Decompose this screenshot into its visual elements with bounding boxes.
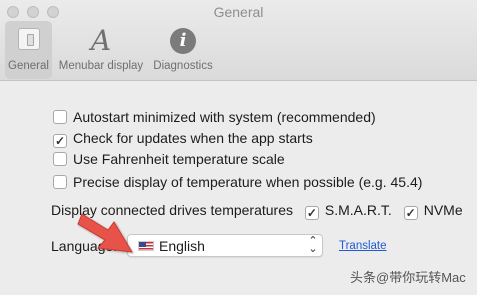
option-fahrenheit[interactable]: Use Fahrenheit temperature scale	[53, 150, 285, 168]
precise-checkbox[interactable]	[53, 175, 67, 189]
toolbar-tab-label: Menubar display	[58, 60, 144, 72]
toolbar-tab-general[interactable]: General	[5, 21, 52, 79]
smart-checkbox[interactable]: ✓	[304, 206, 319, 220]
option-precise[interactable]: Precise display of temperature when poss…	[53, 173, 422, 191]
toolbar-tab-label: Diagnostics	[153, 60, 213, 72]
check-updates-checkbox[interactable]: ✓	[53, 134, 67, 148]
translate-link[interactable]: Translate	[339, 239, 387, 253]
nvme-checkbox[interactable]: ✓	[403, 206, 418, 220]
autostart-checkbox[interactable]	[53, 110, 67, 124]
toolbar-tab-menubar-display[interactable]: A Menubar display	[56, 21, 146, 79]
toolbar-tab-label: General	[8, 60, 49, 72]
general-switch-icon	[17, 28, 40, 50]
preferences-window: General General A Menubar display i Diag…	[0, 0, 477, 295]
chevron-updown-icon: ⌃ ⌄	[308, 235, 318, 255]
info-icon: i	[170, 28, 196, 54]
autostart-label: Autostart minimized with system (recomme…	[73, 109, 376, 125]
option-check-updates[interactable]: ✓ Check for updates when the app starts	[53, 129, 313, 148]
red-arrow-icon	[77, 213, 133, 253]
watermark-text: 头条@带你玩转Mac	[350, 270, 466, 285]
fahrenheit-label: Use Fahrenheit temperature scale	[73, 151, 285, 167]
title-bar: General General A Menubar display i Diag…	[0, 0, 477, 81]
option-autostart[interactable]: Autostart minimized with system (recomme…	[53, 108, 376, 126]
language-selected-value: English	[159, 238, 205, 254]
nvme-label: NVMe	[423, 202, 463, 218]
precise-label: Precise display of temperature when poss…	[73, 174, 423, 190]
smart-label: S.M.A.R.T.	[324, 202, 392, 218]
fahrenheit-checkbox[interactable]	[53, 152, 67, 166]
check-updates-label: Check for updates when the app starts	[73, 130, 313, 146]
toolbar-tab-diagnostics[interactable]: i Diagnostics	[150, 21, 216, 79]
window-title: General	[213, 4, 264, 20]
font-a-icon: A	[90, 24, 112, 57]
